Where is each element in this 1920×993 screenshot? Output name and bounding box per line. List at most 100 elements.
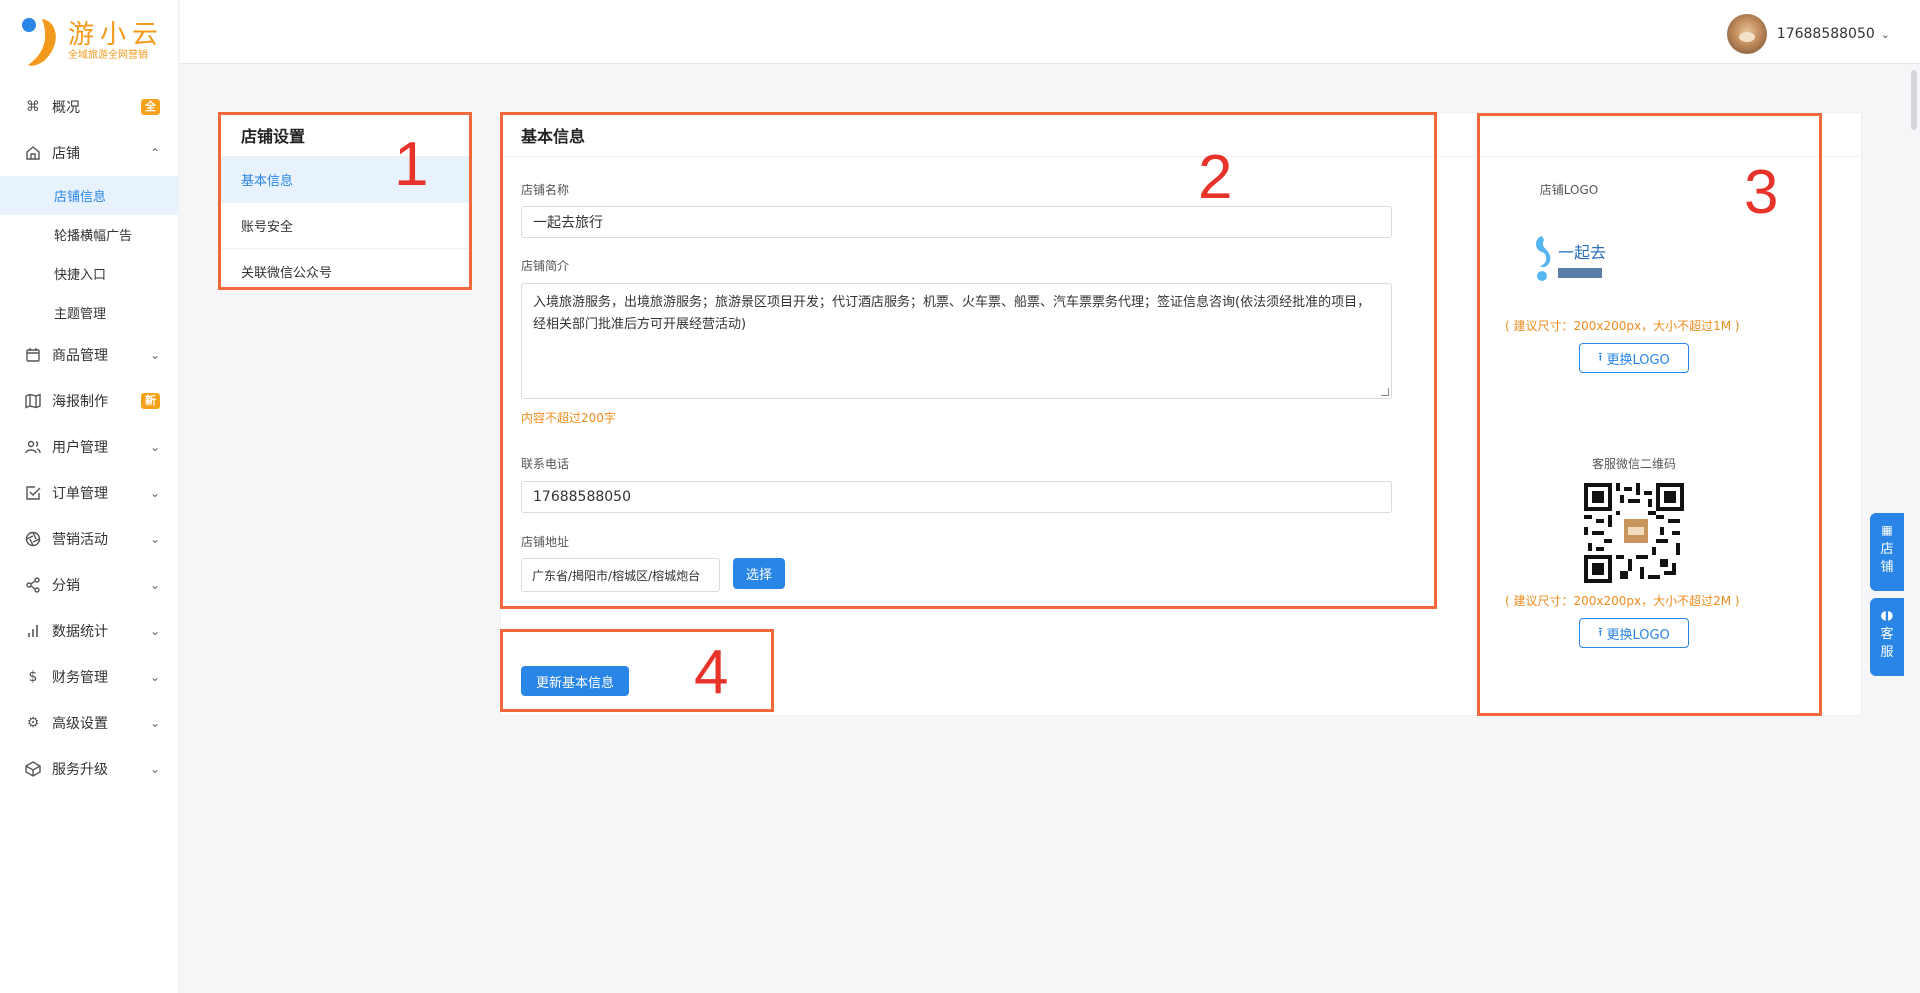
sidebar-item-label: 订单管理 xyxy=(52,486,108,502)
badge: 新 xyxy=(141,393,160,409)
sidebar-item-advanced[interactable]: ⚙ 高级设置 ⌄ xyxy=(0,700,178,746)
upload-icon: ⭱ xyxy=(1598,624,1603,639)
change-logo-label: 更换LOGO xyxy=(1606,352,1670,368)
annotation-number-4: 4 xyxy=(694,638,729,707)
home-icon xyxy=(24,144,42,162)
sidebar-menu: ⌘ 概况 全 店铺 ⌃ 店铺信息 轮播横幅广告 快捷入口 主题管理 商品管理 ⌄… xyxy=(0,84,178,792)
shop-name-label: 店铺名称 xyxy=(521,183,570,197)
sidebar-item-label: 店铺 xyxy=(52,146,80,162)
chevron-down-icon: ⌄ xyxy=(149,670,160,684)
settings-icon: ⚙ xyxy=(26,715,40,731)
logo-size-hint: ( 建议尺寸：200x200px，大小不超过1M ) xyxy=(1505,319,1740,333)
aperture-icon xyxy=(24,530,42,548)
calendar-icon xyxy=(24,346,42,364)
badge: 全 xyxy=(141,99,160,115)
qr-label: 客服微信二维码 xyxy=(1591,457,1676,471)
scrollbar[interactable] xyxy=(1908,64,1920,993)
sidebar-subitem-theme[interactable]: 主题管理 xyxy=(0,293,178,332)
sidebar-item-label: 商品管理 xyxy=(52,348,108,364)
sidebar-item-marketing[interactable]: 营销活动 ⌄ xyxy=(0,516,178,562)
sidebar-item-label: 营销活动 xyxy=(52,532,108,548)
map-icon xyxy=(24,392,42,410)
brand-logo[interactable]: 游小云 全域旅游全网营销 xyxy=(0,0,178,82)
chevron-down-icon: ⌄ xyxy=(149,348,160,362)
sidebar-item-poster[interactable]: 海报制作 新 xyxy=(0,378,178,424)
chevron-down-icon: ⌄ xyxy=(149,762,160,776)
chevron-down-icon: ⌄ xyxy=(149,716,160,730)
float-shop-button[interactable]: ▦ 店 铺 xyxy=(1870,513,1904,591)
wechat-qr-code xyxy=(1584,483,1684,583)
annotation-number-1: 1 xyxy=(394,130,429,199)
grid-icon: ▦ xyxy=(1881,523,1893,537)
sidebar-item-overview[interactable]: ⌘ 概况 全 xyxy=(0,84,178,130)
top-header: 17688588050 ⌄ xyxy=(180,0,1920,64)
sidebar-item-label: 用户管理 xyxy=(52,440,108,456)
address-label: 店铺地址 xyxy=(521,535,570,549)
float-service-char-2: 服 xyxy=(1880,645,1894,660)
sidebar-subitem-shop-info[interactable]: 店铺信息 xyxy=(0,176,178,215)
settings-item-wechat-link[interactable]: 关联微信公众号 xyxy=(219,249,469,295)
sidebar-item-goods[interactable]: 商品管理 ⌄ xyxy=(0,332,178,378)
shop-intro-textarea[interactable]: 入境旅游服务，出境旅游服务；旅游景区项目开发；代订酒店服务；机票、火车票、船票、… xyxy=(521,283,1392,399)
chevron-down-icon: ⌄ xyxy=(149,440,160,454)
chevron-down-icon: ⌄ xyxy=(149,578,160,592)
brand-title: 游小云 xyxy=(68,20,165,50)
chevron-down-icon: ⌄ xyxy=(1880,27,1890,41)
sidebar-item-users[interactable]: 用户管理 ⌄ xyxy=(0,424,178,470)
settings-item-basic-info[interactable]: 基本信息 xyxy=(219,157,469,203)
user-menu[interactable]: 17688588050 ⌄ xyxy=(1726,14,1890,54)
float-shop-char-1: 店 xyxy=(1880,542,1894,557)
phone-input[interactable]: 17688588050 xyxy=(521,481,1392,513)
command-icon: ⌘ xyxy=(26,99,40,115)
chevron-up-icon: ⌃ xyxy=(149,146,160,160)
sidebar-subitem-shortcut[interactable]: 快捷入口 xyxy=(0,254,178,293)
avatar[interactable] xyxy=(1726,14,1767,54)
address-input[interactable]: 广东省/揭阳市/榕城区/榕城炮台 xyxy=(521,558,720,592)
annotation-number-2: 2 xyxy=(1198,143,1233,212)
settings-item-account-security[interactable]: 账号安全 xyxy=(219,203,469,249)
chevron-down-icon: ⌄ xyxy=(149,624,160,638)
codesandbox-icon xyxy=(24,760,42,778)
sidebar-item-label: 服务升级 xyxy=(52,762,108,778)
sidebar-item-shop[interactable]: 店铺 ⌃ xyxy=(0,130,178,176)
resize-handle-icon[interactable] xyxy=(1381,388,1389,396)
intro-hint: 内容不超过200字 xyxy=(521,411,616,425)
float-service-button[interactable]: ◖◗ 客 服 xyxy=(1870,598,1904,676)
sidebar-item-label: 财务管理 xyxy=(52,670,108,686)
scrollbar-thumb[interactable] xyxy=(1911,70,1917,130)
change-qr-button[interactable]: ⭱ 更换LOGO xyxy=(1579,618,1689,648)
shop-name-input[interactable]: 一起去旅行 xyxy=(521,206,1392,238)
sidebar-item-label: 数据统计 xyxy=(52,624,108,640)
chevron-down-icon: ⌄ xyxy=(149,486,160,500)
annotation-number-3: 3 xyxy=(1744,158,1779,227)
dollar-icon: $ xyxy=(28,669,38,685)
sidebar-item-upgrade[interactable]: 服务升级 ⌄ xyxy=(0,746,178,792)
float-service-char-1: 客 xyxy=(1880,627,1894,642)
change-qr-label: 更换LOGO xyxy=(1606,627,1670,643)
sidebar-item-finance[interactable]: $ 财务管理 ⌄ xyxy=(0,654,178,700)
basic-info-card: 基本信息 店铺名称 一起去旅行 店铺简介 入境旅游服务，出境旅游服务；旅游景区项… xyxy=(500,112,1862,716)
upload-icon: ⭱ xyxy=(1598,349,1603,364)
sidebar-item-label: 高级设置 xyxy=(52,716,108,732)
select-address-button[interactable]: 选择 xyxy=(733,558,785,589)
shop-intro-label: 店铺简介 xyxy=(521,259,570,273)
update-basic-info-button[interactable]: 更新基本信息 xyxy=(521,666,629,696)
headset-icon: ◖◗ xyxy=(1880,608,1894,622)
sidebar-subitem-banner[interactable]: 轮播横幅广告 xyxy=(0,215,178,254)
change-logo-button[interactable]: ⭱ 更换LOGO xyxy=(1579,343,1689,373)
logo-image-text: 一起去 xyxy=(1558,243,1606,262)
brand-subtitle: 全域旅游全网营销 xyxy=(68,50,148,61)
users-icon xyxy=(24,438,42,456)
sidebar-item-orders[interactable]: 订单管理 ⌄ xyxy=(0,470,178,516)
settings-menu-card: 店铺设置 基本信息 账号安全 关联微信公众号 xyxy=(218,112,470,295)
phone-label: 联系电话 xyxy=(521,457,570,471)
share-icon xyxy=(24,576,42,594)
sidebar-item-label: 概况 xyxy=(52,100,80,116)
sidebar: 游小云 全域旅游全网营销 ⌘ 概况 全 店铺 ⌃ 店铺信息 轮播横幅广告 快捷入… xyxy=(0,0,179,993)
sidebar-item-statistics[interactable]: 数据统计 ⌄ xyxy=(0,608,178,654)
bar-chart-icon xyxy=(24,622,42,640)
qr-size-hint: ( 建议尺寸：200x200px，大小不超过2M ) xyxy=(1505,594,1740,608)
sidebar-item-distribution[interactable]: 分销 ⌄ xyxy=(0,562,178,608)
brand-mark-icon xyxy=(20,15,62,67)
chevron-down-icon: ⌄ xyxy=(149,532,160,546)
